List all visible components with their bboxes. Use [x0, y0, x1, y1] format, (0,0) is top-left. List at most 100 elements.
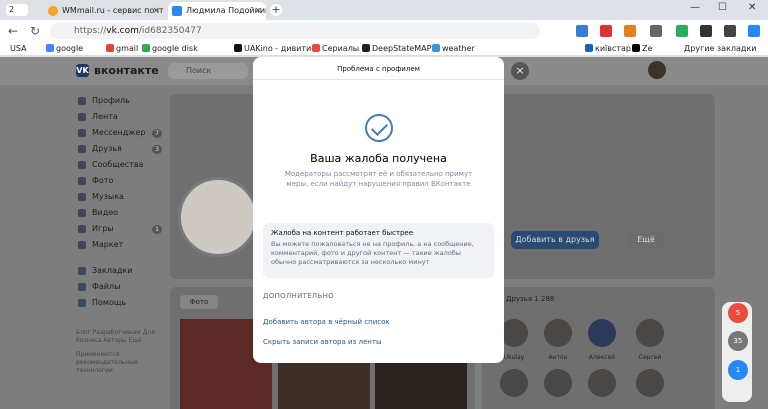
close-window-icon[interactable]: ✕: [748, 2, 756, 13]
bookmark[interactable]: weather: [432, 44, 475, 53]
close-icon[interactable]: ×: [511, 62, 529, 80]
close-tab-icon[interactable]: ×: [254, 2, 262, 20]
bookmark[interactable]: USA: [10, 44, 27, 53]
extension-icon[interactable]: [624, 25, 636, 37]
menu-music[interactable]: Музыка: [78, 189, 168, 205]
menu-bookmarks[interactable]: Закладки: [78, 263, 168, 279]
menu-communities[interactable]: Сообщества: [78, 157, 168, 173]
bookmark[interactable]: Ze: [632, 44, 652, 53]
friend-name[interactable]: Антон: [538, 354, 578, 361]
bookmark[interactable]: Сериалы: [312, 44, 359, 53]
menu-profile[interactable]: Профиль: [78, 93, 168, 109]
more-header: ДОПОЛНИТЕЛЬНО: [263, 292, 334, 300]
close-tab-icon[interactable]: ×: [152, 2, 160, 20]
notification-badge[interactable]: 35: [728, 331, 748, 351]
tab-vk[interactable]: Людмила Подойницы ×: [168, 2, 266, 20]
user-avatar[interactable]: [648, 61, 666, 79]
modal-text: Модераторы рассмотрят её и обязательно п…: [284, 170, 473, 188]
vk-search-input[interactable]: Поиск: [168, 63, 248, 79]
tab-title: WMmail.ru - сервис почто: [62, 6, 164, 15]
feed-icon: [78, 113, 86, 121]
bookmark[interactable]: київстар: [585, 44, 631, 53]
vk-extension-icon[interactable]: [748, 25, 760, 37]
notification-badge[interactable]: 5: [728, 303, 748, 323]
notification-badge[interactable]: 1: [728, 360, 748, 380]
extension-icon[interactable]: [600, 25, 612, 37]
menu-friends[interactable]: Друзья 3: [78, 141, 168, 157]
divider: [253, 79, 504, 80]
badge: 3: [152, 145, 162, 154]
menu-feed[interactable]: Лента: [78, 109, 168, 125]
new-tab-button[interactable]: +: [270, 4, 282, 16]
extension-icon[interactable]: [576, 25, 588, 37]
menu-files[interactable]: Файлы: [78, 279, 168, 295]
menu-messenger[interactable]: Мессенджер 7: [78, 125, 168, 141]
vk-logo-icon[interactable]: VK: [76, 64, 89, 77]
friend-name[interactable]: Сергей: [630, 354, 670, 361]
friend-avatar[interactable]: [544, 319, 572, 347]
tab-wmmail[interactable]: WMmail.ru - сервис почто ×: [44, 2, 164, 20]
bookmark[interactable]: google disk: [142, 44, 198, 53]
reload-icon[interactable]: ↻: [30, 24, 40, 38]
bookmark[interactable]: DeepStateMAP: [362, 44, 431, 53]
minimize-icon[interactable]: —: [690, 2, 700, 13]
menu-help[interactable]: Помощь: [78, 295, 168, 311]
modal-heading: Ваша жалоба получена: [310, 152, 447, 165]
badge: 1: [152, 225, 162, 234]
blacklist-link[interactable]: Добавить автора в чёрный список: [263, 318, 390, 326]
friend-avatar[interactable]: [544, 369, 572, 397]
kyivstar-icon: [585, 44, 593, 52]
deepstate-icon: [362, 44, 370, 52]
badge: 7: [152, 129, 162, 138]
sidebar-footer: Блог Разработчикам Для бизнеса Авторы Ещ…: [76, 329, 155, 374]
more-button[interactable]: Ещё: [628, 231, 664, 249]
other-bookmarks[interactable]: Другие закладки: [684, 44, 757, 53]
address-bar[interactable]: https://vk.com/id682350477: [50, 23, 540, 39]
bookmark[interactable]: google: [46, 44, 83, 53]
extension-icon[interactable]: [700, 25, 712, 37]
bookmark[interactable]: gmail: [106, 44, 138, 53]
bookmarks-bar: USA google gmail google disk UAKino - ди…: [0, 42, 768, 56]
market-icon: [78, 241, 86, 249]
messenger-icon: [78, 129, 86, 137]
menu-market[interactable]: Маркет: [78, 237, 168, 253]
back-icon[interactable]: ←: [8, 24, 18, 38]
google-icon: [46, 44, 54, 52]
info-text: Вы можете пожаловаться не на профиль, а …: [271, 240, 474, 266]
download-icon[interactable]: [676, 25, 688, 37]
friend-avatar[interactable]: [636, 319, 664, 347]
bookmark-icon: [78, 267, 86, 275]
extensions-icon[interactable]: [724, 25, 736, 37]
friend-avatar[interactable]: [588, 369, 616, 397]
tab-counter[interactable]: 2: [6, 4, 28, 16]
menu-photos[interactable]: Фото: [78, 173, 168, 189]
friend-avatar[interactable]: [500, 319, 528, 347]
help-icon: [78, 299, 86, 307]
friend-avatar[interactable]: [500, 369, 528, 397]
menu-video[interactable]: Видео: [78, 205, 168, 221]
report-modal: Проблема с профилем Ваша жалоба получена…: [253, 57, 504, 363]
menu-games[interactable]: Игры 1: [78, 221, 168, 237]
friend-avatar[interactable]: [588, 319, 616, 347]
friend-name[interactable]: Алексей: [582, 354, 622, 361]
drive-icon: [142, 44, 150, 52]
bookmark[interactable]: UAKino - дивитис: [234, 44, 316, 53]
extension-icon[interactable]: [650, 25, 662, 37]
series-icon: [312, 44, 320, 52]
info-box: Жалоба на контент работает быстрее Вы мо…: [263, 223, 494, 278]
photo-icon: [78, 177, 86, 185]
url-path: /id682350477: [138, 26, 202, 36]
friend-avatar[interactable]: [636, 369, 664, 397]
add-friend-button[interactable]: Добавить в друзья: [511, 231, 599, 249]
vk-brand: вконтакте: [94, 64, 159, 77]
gmail-icon: [106, 44, 114, 52]
friends-label[interactable]: Друзья 1 288: [506, 295, 554, 303]
photos-tab[interactable]: Фото: [180, 295, 218, 309]
hide-posts-link[interactable]: Скрыть записи автора из ленты: [263, 338, 381, 346]
ze-icon: [632, 44, 640, 52]
vk-icon: [172, 6, 182, 16]
video-icon: [78, 209, 86, 217]
profile-photo[interactable]: [178, 177, 258, 257]
profile-icon: [78, 97, 86, 105]
maximize-icon[interactable]: ☐: [718, 2, 727, 13]
